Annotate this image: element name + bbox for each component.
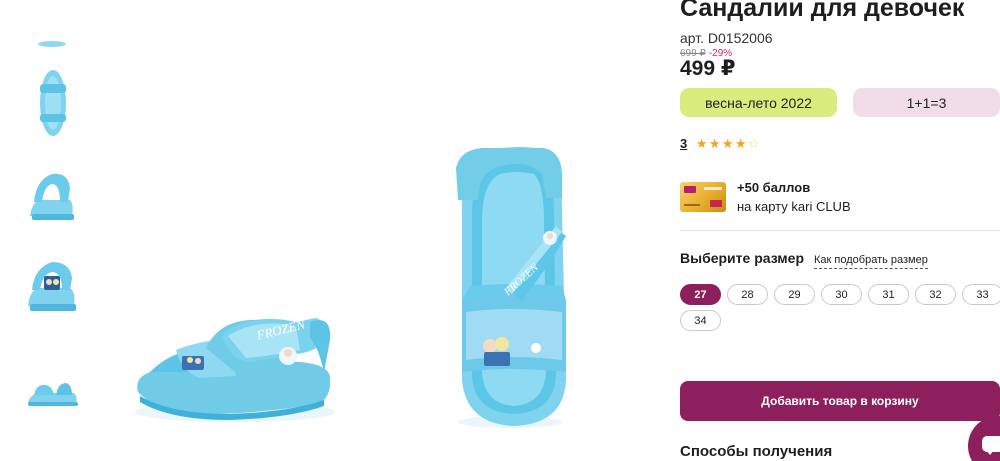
size-option-31[interactable]: 31 [868, 284, 909, 305]
star-icon: ★ [695, 136, 708, 151]
thumbnail-gallery [0, 0, 100, 461]
product-sku: арт. D0152006 [680, 30, 773, 46]
product-info: Сандалии для девочек арт. D0152006 699 ₽… [680, 0, 1000, 461]
rating-stars: ★ ★ ★ ★ ☆ [695, 137, 760, 150]
thumbnail-sandal-image [40, 70, 66, 136]
thumbnail-sandal-image [28, 262, 76, 311]
thumbnail-1[interactable] [18, 0, 86, 48]
thumbnail-5[interactable] [18, 355, 86, 433]
thumbnail-sandal-image [30, 173, 74, 220]
size-option-29[interactable]: 29 [774, 284, 815, 305]
star-icon: ★ [708, 136, 721, 151]
promo-tag[interactable]: 1+1=3 [853, 88, 1000, 117]
season-tag[interactable]: весна-лето 2022 [680, 88, 837, 117]
product-main-image: FROZEN FROZEN [110, 0, 670, 461]
thumbnail-2[interactable] [18, 62, 86, 140]
size-option-32[interactable]: 32 [915, 284, 956, 305]
thumbnail-4[interactable] [18, 250, 86, 328]
rating: 3 ★ ★ ★ ★ ☆ [680, 136, 760, 151]
size-selector-header: Выберите размер Как подобрать размер [680, 250, 928, 269]
divider [680, 230, 1000, 231]
bonus-card-text: на карту kari CLUB [737, 199, 851, 214]
size-option-28[interactable]: 28 [727, 284, 768, 305]
size-guide-link[interactable]: Как подобрать размер [814, 254, 928, 269]
size-option-34[interactable]: 34 [680, 310, 721, 331]
add-to-cart-button[interactable]: Добавить товар в корзину [680, 381, 1000, 421]
star-icon: ★ [721, 136, 734, 151]
size-option-30[interactable]: 30 [821, 284, 862, 305]
thumbnail-sandal-image [28, 383, 78, 406]
size-option-33[interactable]: 33 [962, 284, 1000, 305]
bonus-info: +50 баллов на карту kari CLUB [680, 180, 851, 214]
star-icon: ★ [734, 136, 747, 151]
product-title: Сандалии для девочек [680, 0, 965, 22]
sandal-photo: FROZEN FROZEN [135, 147, 566, 428]
thumbnail-sandal-image [38, 41, 66, 47]
thumbnail-3[interactable] [18, 158, 86, 236]
current-price: 499 ₽ [680, 57, 736, 80]
delivery-methods-title: Способы получения [680, 443, 833, 460]
loyalty-card-icon [680, 182, 726, 212]
star-empty-icon: ☆ [747, 136, 760, 151]
size-option-27[interactable]: 27 [680, 284, 721, 305]
size-selector-title: Выберите размер [680, 250, 805, 266]
review-count-link[interactable]: 3 [680, 136, 687, 151]
bonus-points: +50 баллов [737, 180, 811, 195]
